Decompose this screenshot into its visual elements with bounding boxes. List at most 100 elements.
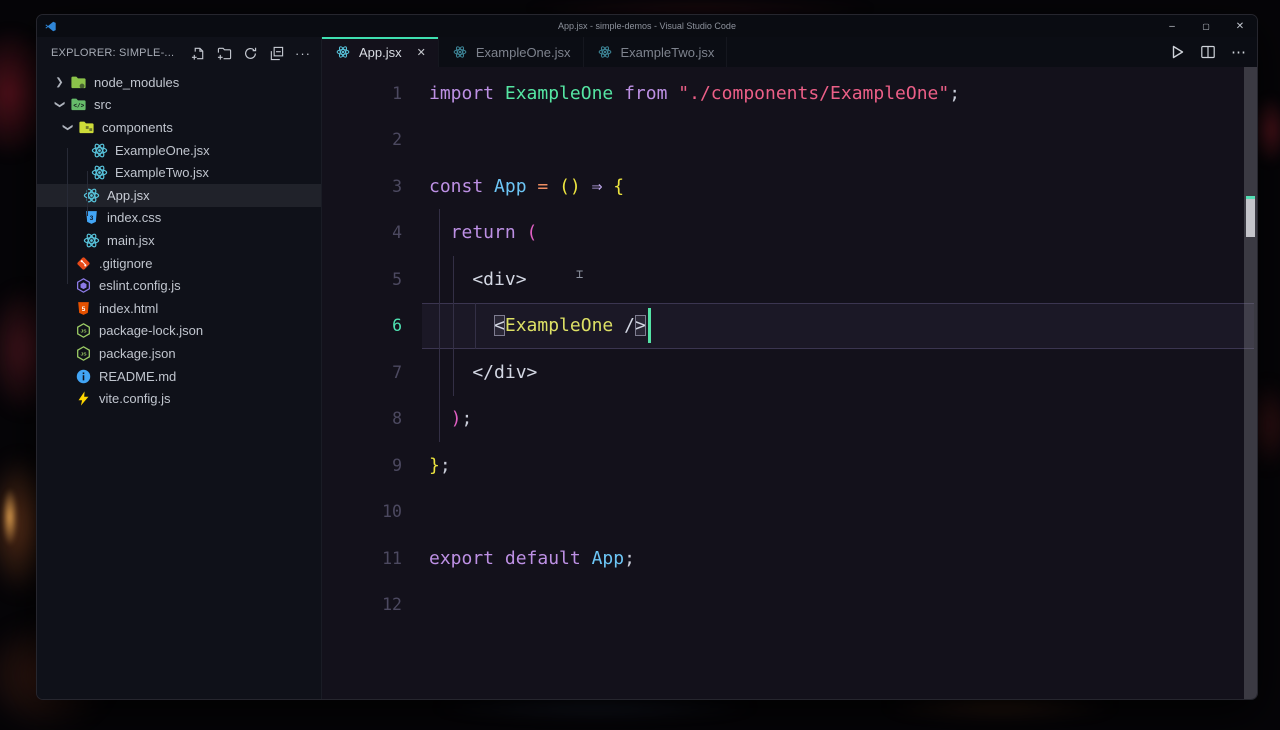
tab-exampletwo-jsx[interactable]: ExampleTwo.jsx	[584, 37, 728, 67]
tree-item-main-jsx[interactable]: main.jsx	[37, 229, 321, 252]
tree-item-package-lock-json[interactable]: JS package-lock.json	[37, 320, 321, 343]
collapse-all-icon[interactable]	[269, 46, 284, 61]
code-token: ;	[949, 82, 961, 104]
line-number: 10	[382, 502, 402, 522]
maximize-button[interactable]: ▢	[1189, 15, 1223, 37]
more-actions-icon[interactable]: ···	[295, 46, 311, 61]
tree-item-src[interactable]: ❯ </> src	[37, 94, 321, 117]
tree-indent-guide	[87, 171, 88, 216]
text-cursor	[647, 308, 651, 344]
code-token: ;	[439, 454, 451, 476]
new-file-icon[interactable]	[191, 46, 206, 61]
line-number: 1	[392, 83, 402, 103]
code-line-1[interactable]: 1 import ExampleOne from "./components/Ex…	[322, 70, 1257, 117]
refresh-icon[interactable]	[243, 46, 258, 61]
react-icon	[451, 43, 469, 61]
tree-item-label: index.css	[107, 210, 162, 226]
code-token: /	[613, 315, 635, 337]
react-icon	[82, 231, 100, 249]
tree-item-label: vite.config.js	[99, 391, 171, 407]
close-tab-icon[interactable]: ✕	[417, 46, 426, 59]
tree-item-label: index.html	[99, 300, 159, 316]
tree-item-label: eslint.config.js	[99, 278, 181, 294]
tree-item-label: main.jsx	[107, 232, 155, 248]
indent-guide	[453, 256, 454, 396]
code-token: {	[602, 175, 625, 197]
react-icon	[334, 43, 352, 61]
explorer-header: EXPLORER: SIMPLE-... ···	[37, 37, 321, 69]
tree-item-exampletwo-jsx[interactable]: ExampleTwo.jsx	[37, 161, 321, 184]
code-token: (	[515, 222, 538, 244]
code-token: ;	[624, 547, 635, 569]
title-bar[interactable]: App.jsx - simple-demos - Visual Studio C…	[37, 15, 1257, 37]
code-line-3[interactable]: 3 const App = () ⇒ {	[322, 163, 1257, 210]
tree-item-vite-config-js[interactable]: vite.config.js	[37, 387, 321, 410]
git-icon	[74, 254, 92, 272]
code-editor[interactable]: 1 import ExampleOne from "./components/Ex…	[322, 67, 1257, 699]
minimize-button[interactable]: –	[1155, 15, 1189, 37]
code-line-8[interactable]: 8 );	[322, 396, 1257, 443]
tree-item-index-html[interactable]: 5 index.html	[37, 297, 321, 320]
css-icon: 3	[82, 209, 100, 227]
code-token: ;	[461, 408, 473, 430]
tree-item-label: App.jsx	[107, 187, 150, 203]
more-actions-icon[interactable]: ⋯	[1231, 43, 1247, 61]
run-icon[interactable]	[1169, 44, 1185, 60]
tab-label: ExampleOne.jsx	[475, 44, 571, 60]
code-line-4[interactable]: 4 return (	[322, 210, 1257, 257]
line-number: 4	[392, 223, 402, 243]
code-line-7[interactable]: 7 </div>	[322, 349, 1257, 396]
tree-item-package-json[interactable]: JS package.json	[37, 342, 321, 365]
code-line-5[interactable]: 5 <div>	[322, 256, 1257, 303]
chevron-right-icon[interactable]: ❯	[51, 77, 68, 88]
node-json-icon: JS	[74, 322, 92, 340]
tree-item-label: README.md	[99, 368, 177, 384]
line-number: 12	[382, 595, 402, 615]
tree-item-label: ExampleOne.jsx	[115, 142, 210, 158]
tree-item-readme-md[interactable]: README.md	[37, 365, 321, 388]
code-line-11[interactable]: 11 export default App;	[322, 535, 1257, 582]
code-token: const	[429, 175, 484, 197]
split-editor-icon[interactable]	[1200, 44, 1216, 60]
react-icon	[90, 141, 108, 159]
code-token: ()	[548, 175, 581, 197]
tree-item-index-css[interactable]: 3 index.css	[37, 207, 321, 230]
code-line-9[interactable]: 9};	[322, 442, 1257, 489]
explorer-sidebar: EXPLORER: SIMPLE-... ··· ❯ node_modules ❯ <…	[37, 37, 322, 699]
code-line-2[interactable]: 2	[322, 117, 1257, 164]
tree-item-node-modules[interactable]: ❯ node_modules	[37, 71, 321, 94]
tab-exampleone-jsx[interactable]: ExampleOne.jsx	[439, 37, 584, 67]
chevron-down-icon[interactable]: ❯	[62, 119, 73, 136]
code-token: =	[526, 175, 549, 197]
eslint-icon	[74, 277, 92, 295]
html-icon: 5	[74, 299, 92, 317]
tree-item-components[interactable]: ❯ components	[37, 116, 321, 139]
editor-actions: ⋯	[1169, 37, 1247, 67]
tree-item-app-jsx[interactable]: App.jsx	[37, 183, 321, 207]
tree-item-eslint-config-js[interactable]: eslint.config.js	[37, 274, 321, 297]
tree-item-exampleone-jsx[interactable]: ExampleOne.jsx	[37, 139, 321, 162]
chevron-down-icon[interactable]: ❯	[54, 96, 65, 113]
react-icon	[90, 164, 108, 182]
code-token: ExampleOne	[504, 315, 614, 337]
folder-components-icon	[77, 118, 95, 136]
code-token: return	[429, 222, 516, 244]
tab-app-jsx[interactable]: App.jsx ✕	[322, 37, 439, 67]
code-line-12[interactable]: 12	[322, 582, 1257, 629]
close-button[interactable]: ✕	[1223, 15, 1257, 37]
node-json-icon: JS	[74, 344, 92, 362]
code-token: <div>	[429, 268, 527, 290]
scrollbar-thumb[interactable]	[1246, 196, 1255, 237]
tree-item-label: ExampleTwo.jsx	[115, 165, 209, 181]
code-line-6[interactable]: 6 < ExampleOne / >	[322, 302, 1257, 349]
code-token: "./components/ExampleOne"	[678, 82, 950, 104]
code-line-10[interactable]: 10	[322, 489, 1257, 536]
wallpaper-candle-glow	[2, 488, 18, 546]
explorer-title: EXPLORER: SIMPLE-...	[51, 47, 175, 59]
line-number: 5	[392, 269, 402, 289]
new-folder-icon[interactable]	[217, 46, 232, 61]
mouse-text-cursor: ⌶	[576, 267, 584, 281]
tree-item--gitignore[interactable]: .gitignore	[37, 252, 321, 275]
svg-text:3: 3	[89, 215, 93, 222]
